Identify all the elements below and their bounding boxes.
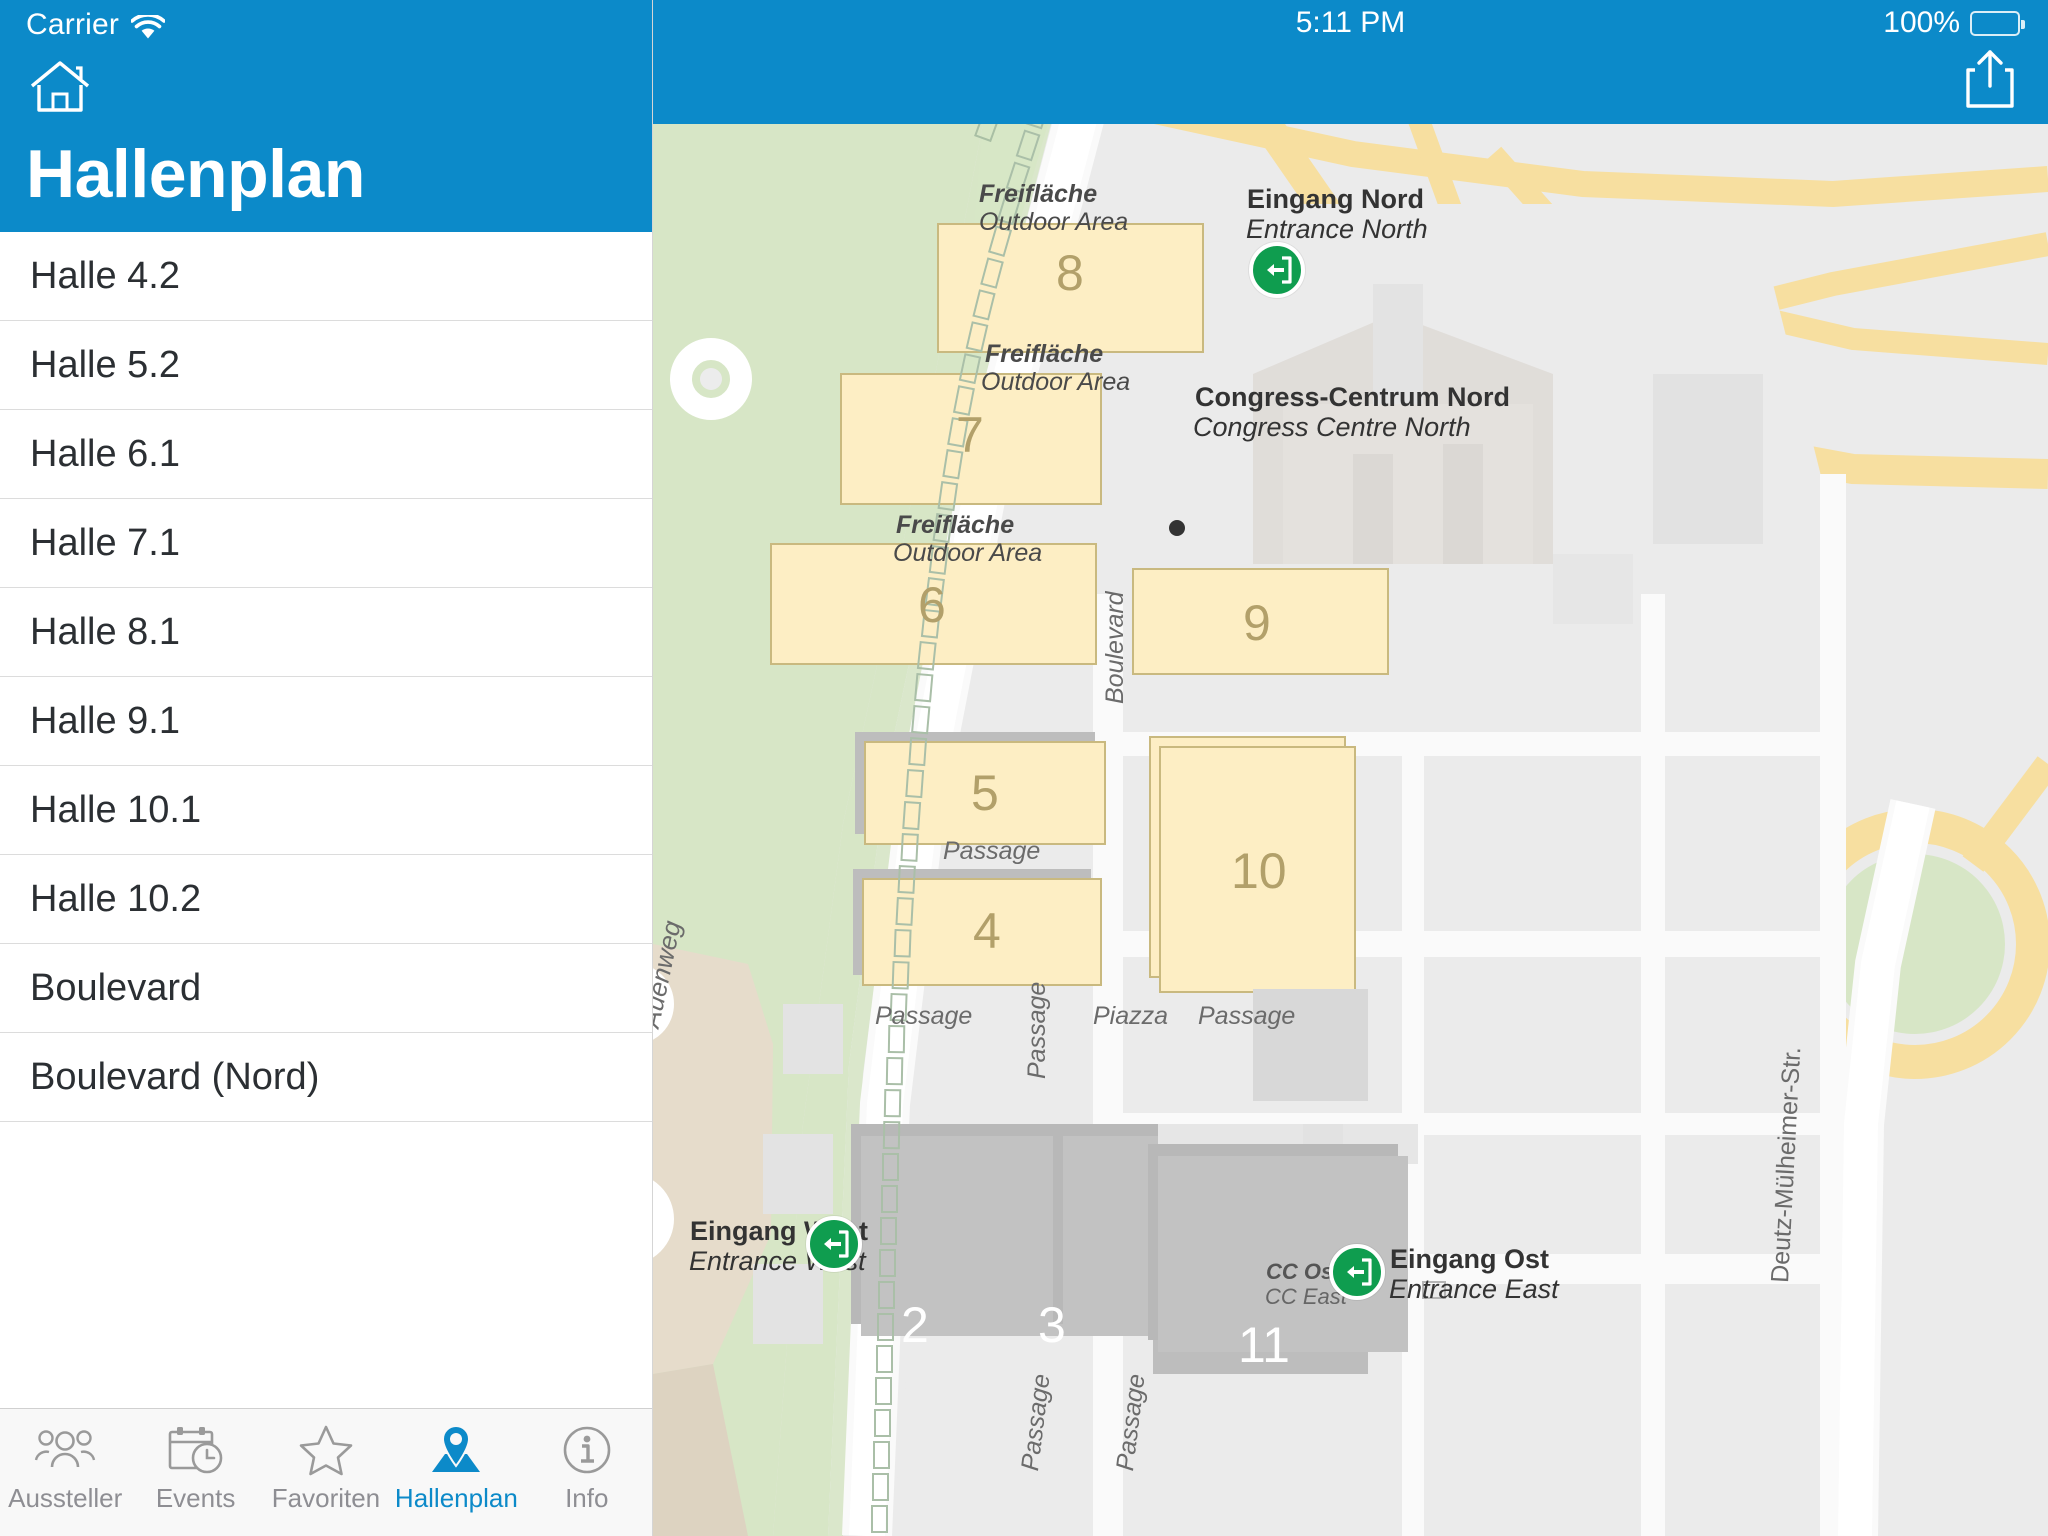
hall-number: 3 bbox=[1038, 1297, 1066, 1353]
hall-number: 5 bbox=[971, 765, 999, 821]
map-pin-icon bbox=[427, 1419, 485, 1481]
status-bar-left: Carrier bbox=[26, 8, 166, 42]
battery-percent-label: 100% bbox=[1883, 6, 1960, 39]
hall-number: 4 bbox=[973, 903, 1001, 959]
app-root: Carrier Hallenplan Halle 4.2 Halle 5.2 H… bbox=[0, 0, 2048, 1536]
list-item[interactable]: Boulevard (Nord) bbox=[0, 1033, 652, 1122]
map-toolbar: 5:11 PM 100% bbox=[653, 0, 2048, 124]
people-icon bbox=[34, 1419, 96, 1481]
hall-list-label: Halle 6.1 bbox=[30, 432, 180, 475]
tab-events[interactable]: Events bbox=[131, 1419, 261, 1514]
page-title: Hallenplan bbox=[26, 136, 365, 212]
sidebar-header: Carrier Hallenplan bbox=[0, 0, 652, 232]
list-item[interactable]: Halle 4.2 bbox=[0, 232, 652, 321]
list-item[interactable]: Halle 10.2 bbox=[0, 855, 652, 944]
list-item[interactable]: Halle 5.2 bbox=[0, 321, 652, 410]
info-circle-icon bbox=[561, 1419, 613, 1481]
list-item[interactable]: Halle 8.1 bbox=[0, 588, 652, 677]
exit-door-icon[interactable] bbox=[1249, 242, 1305, 298]
share-button[interactable] bbox=[1962, 48, 2018, 110]
map-canvas[interactable]: Freifläche Outdoor Area Freifläche Outdo… bbox=[653, 124, 2048, 1536]
home-button[interactable] bbox=[28, 58, 92, 116]
status-bar-battery: 100% bbox=[1883, 6, 2025, 40]
exit-door-icon[interactable] bbox=[806, 1216, 862, 1272]
hall-number: 9 bbox=[1243, 595, 1271, 651]
hall-number: 10 bbox=[1231, 843, 1287, 899]
tab-bar: Aussteller Events Favoriten Hallenplan I… bbox=[0, 1408, 652, 1536]
hall-number: 6 bbox=[918, 577, 946, 633]
sidebar: Carrier Hallenplan Halle 4.2 Halle 5.2 H… bbox=[0, 0, 653, 1536]
wifi-icon bbox=[130, 13, 166, 41]
list-item[interactable]: Halle 6.1 bbox=[0, 410, 652, 499]
calendar-clock-icon bbox=[167, 1419, 225, 1481]
tab-label: Hallenplan bbox=[394, 1483, 518, 1513]
status-bar-time: 5:11 PM bbox=[1295, 6, 1406, 39]
map-pane[interactable]: 5:11 PM 100% Freifläche Outdoor Area Fre… bbox=[653, 0, 2048, 1536]
hall-number: 7 bbox=[956, 407, 984, 463]
battery-icon bbox=[1970, 10, 2025, 36]
tab-aussteller[interactable]: Aussteller bbox=[0, 1419, 130, 1514]
hall-list-label: Halle 9.1 bbox=[30, 699, 180, 742]
exit-door-icon[interactable] bbox=[1329, 1244, 1385, 1300]
hall-number: 8 bbox=[1056, 245, 1084, 301]
hall-list-label: Boulevard bbox=[30, 966, 202, 1009]
tab-label: Info bbox=[565, 1483, 609, 1513]
tab-hallenplan[interactable]: Hallenplan bbox=[391, 1419, 521, 1514]
tab-info[interactable]: Info bbox=[522, 1419, 652, 1514]
hall-list-label: Halle 8.1 bbox=[30, 610, 180, 653]
list-item[interactable]: Halle 7.1 bbox=[0, 499, 652, 588]
tab-label: Aussteller bbox=[8, 1483, 123, 1513]
list-item[interactable]: Halle 9.1 bbox=[0, 677, 652, 766]
star-icon bbox=[298, 1419, 354, 1481]
carrier-label: Carrier bbox=[26, 8, 120, 41]
tab-label: Events bbox=[155, 1483, 236, 1513]
hall-list-label: Halle 10.2 bbox=[30, 877, 202, 920]
hall-list-label: Halle 4.2 bbox=[30, 254, 180, 297]
tab-favoriten[interactable]: Favoriten bbox=[261, 1419, 391, 1514]
hall-list: Halle 4.2 Halle 5.2 Halle 6.1 Halle 7.1 … bbox=[0, 232, 652, 1408]
hall-list-label: Boulevard (Nord) bbox=[30, 1055, 320, 1098]
hall-list-label: Halle 7.1 bbox=[30, 521, 180, 564]
list-item[interactable]: Halle 10.1 bbox=[0, 766, 652, 855]
hall-list-label: Halle 10.1 bbox=[30, 788, 202, 831]
list-item[interactable]: Boulevard bbox=[0, 944, 652, 1033]
hall-list-label: Halle 5.2 bbox=[30, 343, 180, 386]
hall-number: 2 bbox=[901, 1297, 929, 1353]
hall-number: 11 bbox=[1238, 1317, 1290, 1373]
tab-label: Favoriten bbox=[271, 1483, 381, 1513]
